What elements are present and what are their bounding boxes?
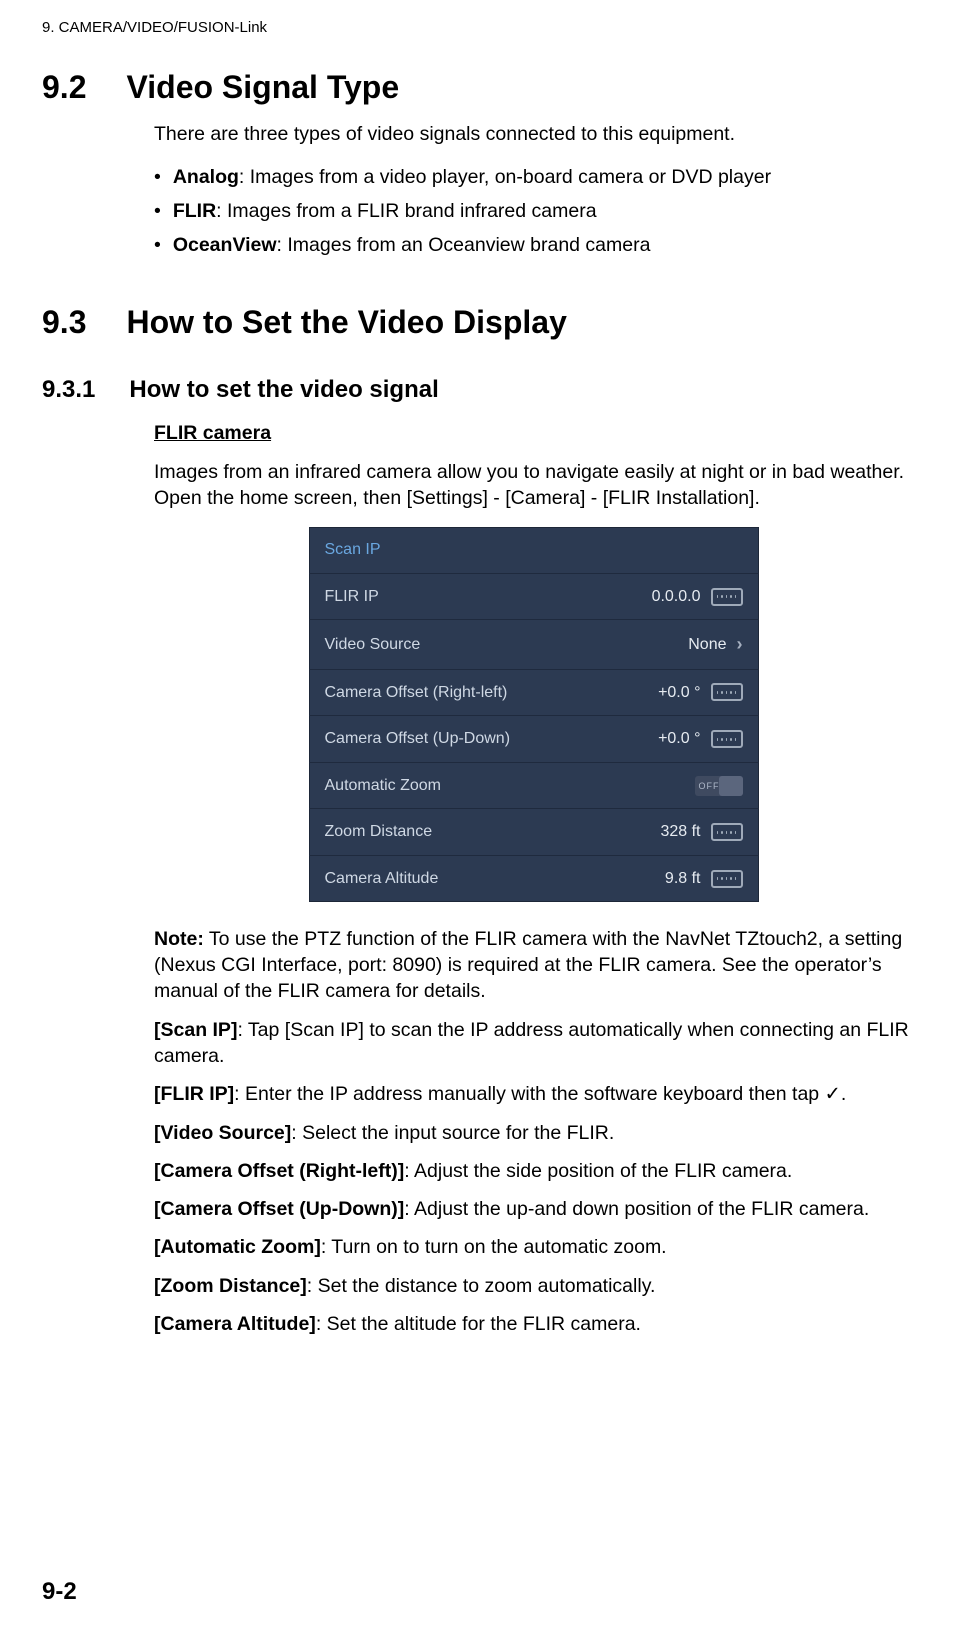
flir-camera-para: Images from an infrared camera allow you… [154, 459, 913, 512]
section-9-2-intro: There are three types of video signals c… [154, 121, 913, 147]
setting-automatic-zoom[interactable]: Automatic Zoom OFF [309, 763, 759, 810]
flir-camera-heading: FLIR camera [154, 420, 913, 446]
note-text: To use the PTZ function of the FLIR came… [154, 928, 902, 1003]
keypad-icon[interactable] [711, 870, 743, 888]
list-item: FLIR: Images from a FLIR brand infrared … [154, 198, 913, 224]
def-term: [Camera Offset (Right-left)] [154, 1160, 404, 1182]
setting-camera-offset-ud[interactable]: Camera Offset (Up-Down) +0.0 ° [309, 716, 759, 763]
setting-label: Scan IP [325, 539, 381, 561]
setting-value: 9.8 ft [665, 868, 701, 890]
chevron-right-icon: › [737, 632, 743, 656]
term: Analog [173, 166, 239, 188]
def-desc: : Select the input source for the FLIR. [291, 1122, 614, 1144]
def-desc: : Set the altitude for the FLIR camera. [316, 1313, 641, 1335]
note-label: Note: [154, 928, 204, 950]
subsection-number: 9.3.1 [42, 374, 95, 406]
toggle-off[interactable]: OFF [695, 776, 743, 796]
keypad-icon[interactable] [711, 823, 743, 841]
def-term: [Camera Offset (Up-Down)] [154, 1198, 404, 1220]
setting-label: Camera Offset (Right-left) [325, 682, 508, 704]
def-term: [Camera Altitude] [154, 1313, 316, 1335]
setting-value: 328 ft [660, 821, 700, 843]
term-rest: : Images from a FLIR brand infrared came… [216, 200, 596, 222]
def-cam-alt: [Camera Altitude]: Set the altitude for … [154, 1311, 913, 1337]
def-offset-ud: [Camera Offset (Up-Down)]: Adjust the up… [154, 1196, 913, 1222]
setting-label: Camera Offset (Up-Down) [325, 728, 511, 750]
setting-label: Zoom Distance [325, 821, 433, 843]
def-desc: : Enter the IP address manually with the… [234, 1083, 846, 1105]
setting-value: +0.0 ° [658, 682, 700, 704]
def-term: [Scan IP] [154, 1019, 237, 1041]
def-desc: : Tap [Scan IP] to scan the IP address a… [154, 1019, 909, 1067]
toggle-knob [719, 776, 743, 796]
list-item: OceanView: Images from an Oceanview bran… [154, 232, 913, 258]
setting-value: +0.0 ° [658, 728, 700, 750]
signal-type-list: Analog: Images from a video player, on-b… [154, 164, 913, 259]
def-term: [Zoom Distance] [154, 1275, 307, 1297]
def-flir-ip: [FLIR IP]: Enter the IP address manually… [154, 1081, 913, 1107]
def-term: [Video Source] [154, 1122, 291, 1144]
def-scan-ip: [Scan IP]: Tap [Scan IP] to scan the IP … [154, 1017, 913, 1070]
def-offset-rl: [Camera Offset (Right-left)]: Adjust the… [154, 1158, 913, 1184]
def-desc: : Adjust the side position of the FLIR c… [404, 1160, 792, 1182]
section-number: 9.2 [42, 66, 86, 109]
setting-value: 0.0.0.0 [652, 586, 701, 608]
setting-flir-ip[interactable]: FLIR IP 0.0.0.0 [309, 574, 759, 621]
section-9-3-heading: 9.3 How to Set the Video Display [42, 301, 913, 344]
running-header: 9. CAMERA/VIDEO/FUSION-Link [42, 18, 913, 38]
section-9-3-1-heading: 9.3.1 How to set the video signal [42, 374, 913, 406]
section-title: How to Set the Video Display [126, 301, 566, 344]
term-rest: : Images from a video player, on-board c… [239, 166, 771, 188]
setting-scan-ip[interactable]: Scan IP [309, 527, 759, 574]
def-auto-zoom: [Automatic Zoom]: Turn on to turn on the… [154, 1234, 913, 1260]
section-number: 9.3 [42, 301, 86, 344]
def-zoom-dist: [Zoom Distance]: Set the distance to zoo… [154, 1273, 913, 1299]
keypad-icon[interactable] [711, 588, 743, 606]
page-number: 9-2 [42, 1576, 77, 1608]
setting-video-source[interactable]: Video Source None › [309, 620, 759, 669]
setting-label: FLIR IP [325, 586, 379, 608]
setting-label: Automatic Zoom [325, 775, 441, 797]
def-term: [FLIR IP] [154, 1083, 234, 1105]
toggle-label: OFF [699, 780, 720, 792]
setting-label: Camera Altitude [325, 868, 439, 890]
setting-value: None [688, 634, 726, 656]
def-video-source: [Video Source]: Select the input source … [154, 1120, 913, 1146]
flir-installation-panel: Scan IP FLIR IP 0.0.0.0 Video Source Non… [309, 527, 759, 901]
subsection-title: How to set the video signal [129, 374, 438, 406]
term: FLIR [173, 200, 216, 222]
def-desc: : Turn on to turn on the automatic zoom. [321, 1236, 667, 1258]
term: OceanView [173, 234, 277, 256]
term-rest: : Images from an Oceanview brand camera [277, 234, 651, 256]
def-desc: : Adjust the up-and down position of the… [404, 1198, 869, 1220]
list-item: Analog: Images from a video player, on-b… [154, 164, 913, 190]
def-desc: : Set the distance to zoom automatically… [307, 1275, 656, 1297]
setting-zoom-distance[interactable]: Zoom Distance 328 ft [309, 809, 759, 856]
setting-camera-offset-rl[interactable]: Camera Offset (Right-left) +0.0 ° [309, 670, 759, 717]
section-title: Video Signal Type [126, 66, 399, 109]
def-term: [Automatic Zoom] [154, 1236, 321, 1258]
note-para: Note: To use the PTZ function of the FLI… [154, 926, 913, 1005]
setting-camera-altitude[interactable]: Camera Altitude 9.8 ft [309, 856, 759, 902]
keypad-icon[interactable] [711, 683, 743, 701]
keypad-icon[interactable] [711, 730, 743, 748]
setting-label: Video Source [325, 634, 421, 656]
section-9-2-heading: 9.2 Video Signal Type [42, 66, 913, 109]
